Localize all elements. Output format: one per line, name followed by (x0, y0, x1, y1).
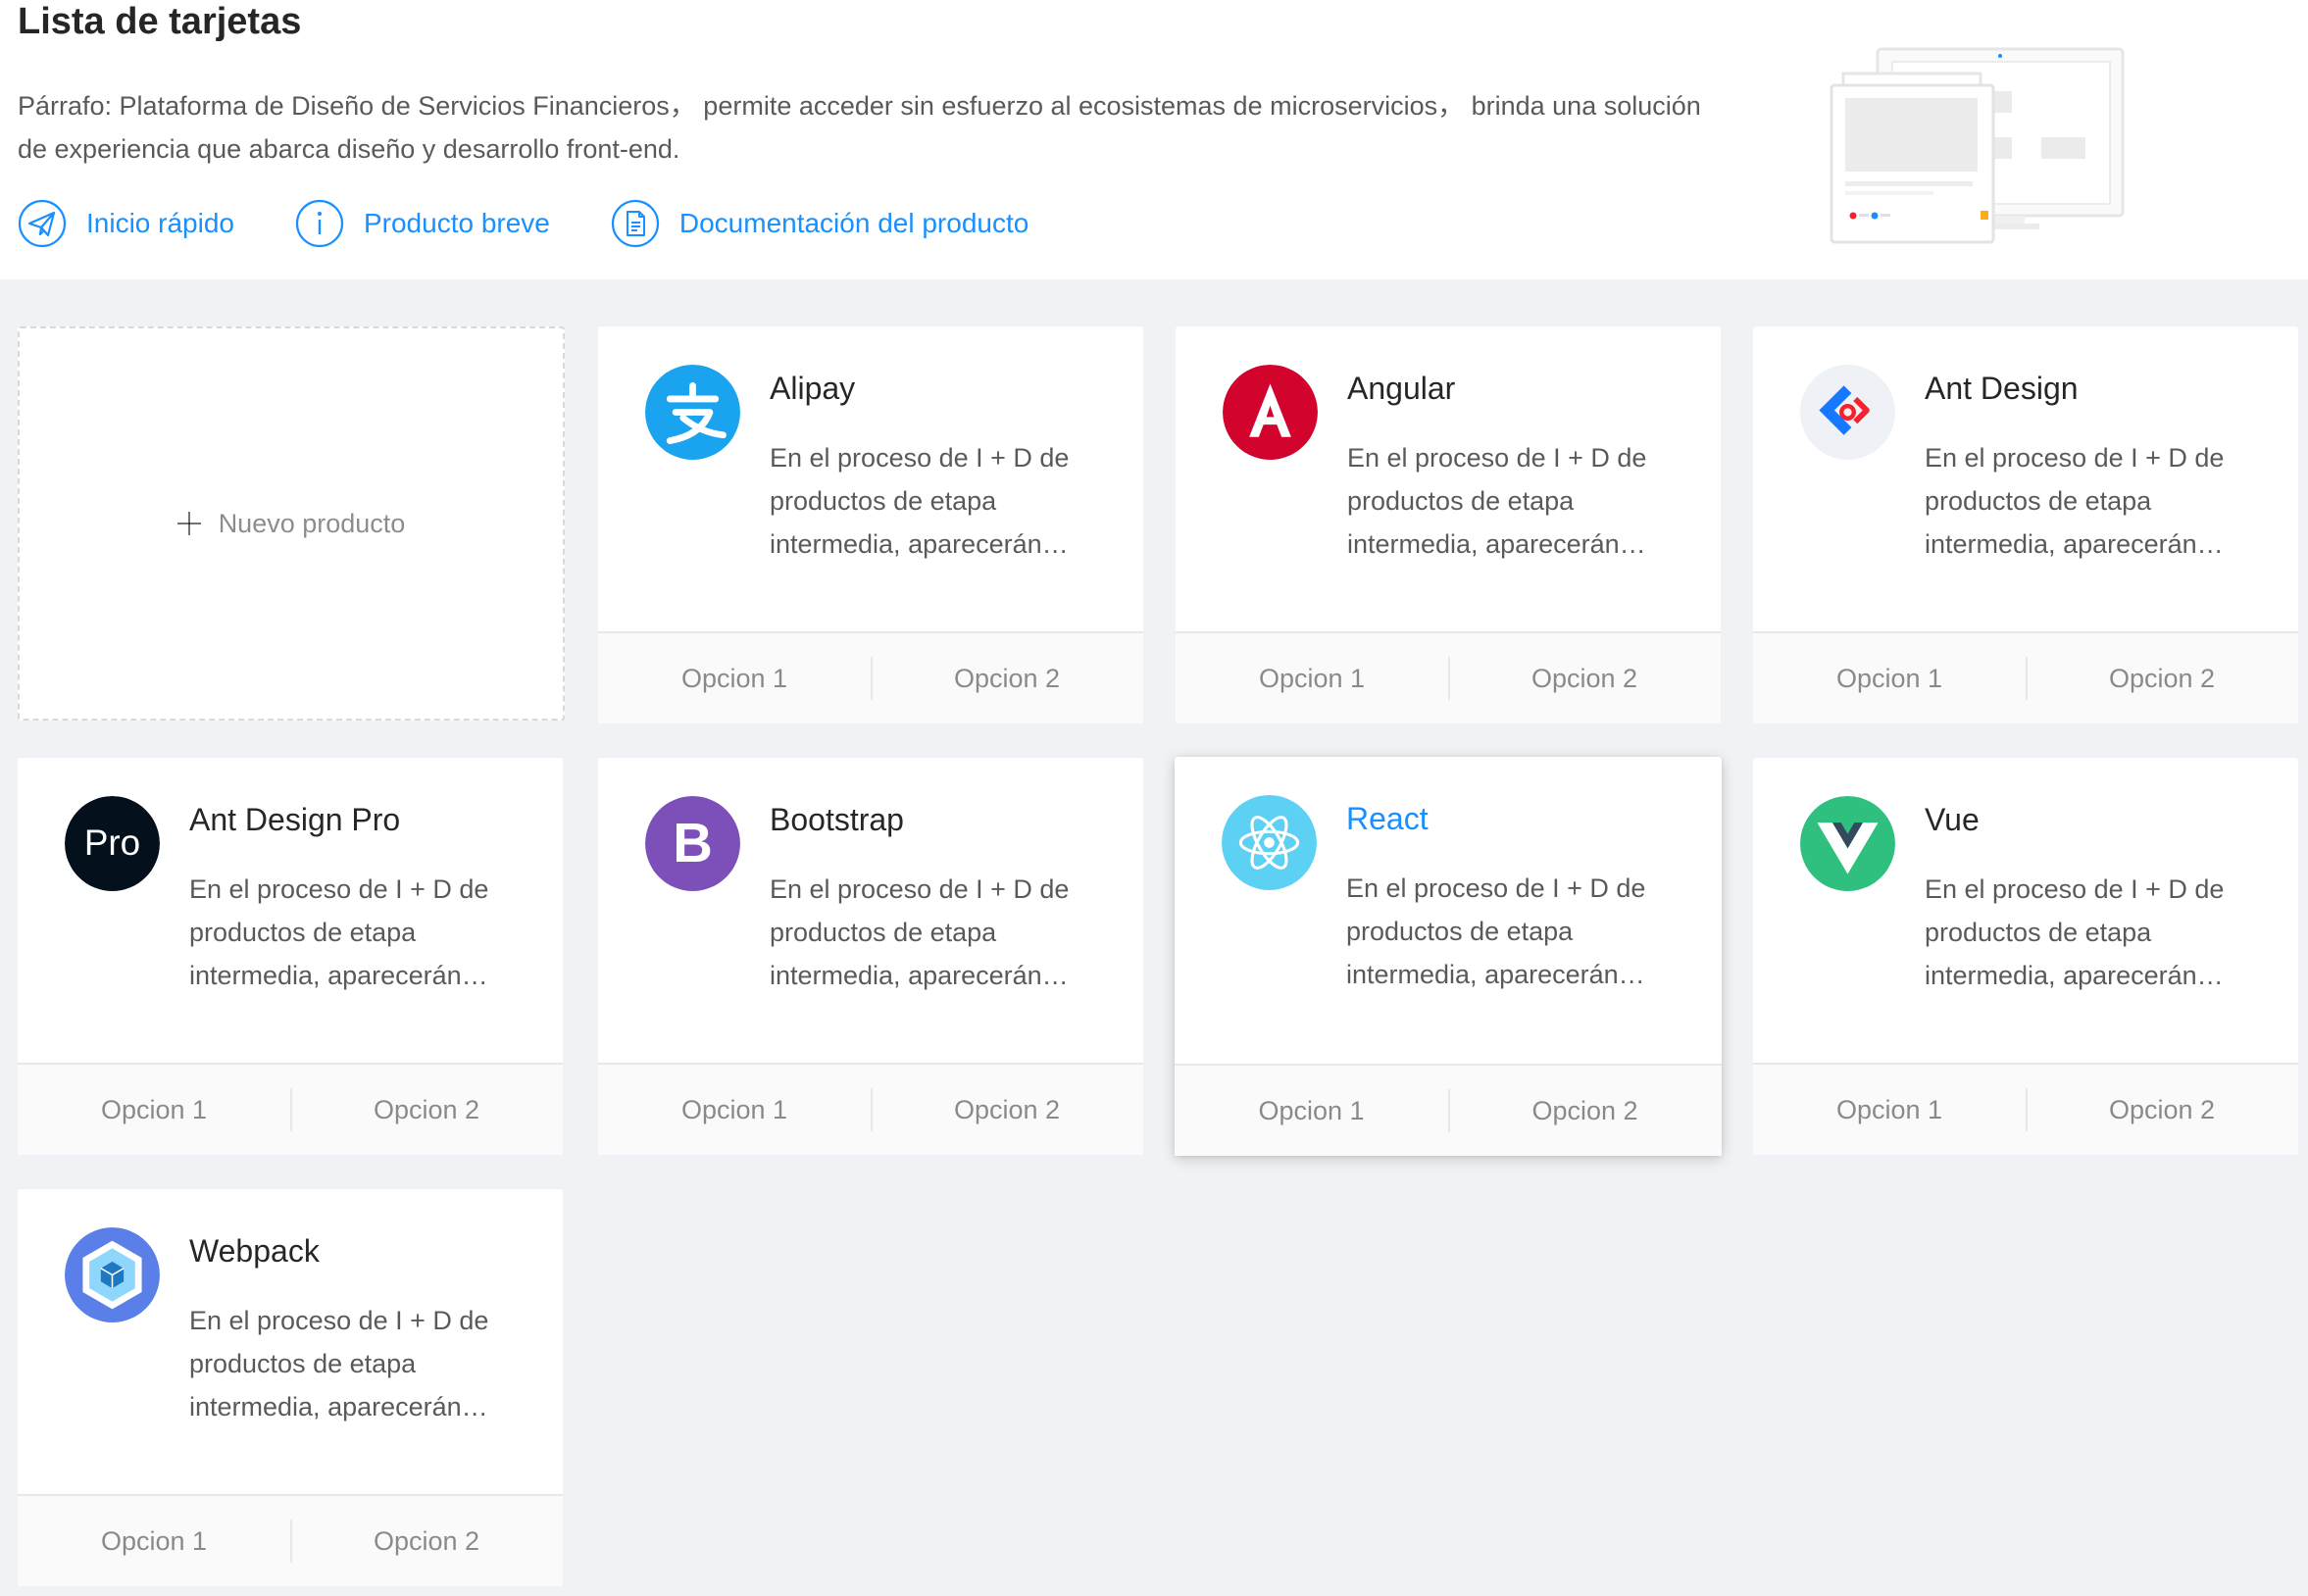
quick-start-label: Inicio rápido (86, 208, 234, 238)
card-actions: Opcion 1 Opcion 2 (1176, 631, 1721, 723)
option-2-button[interactable]: Opcion 2 (2026, 657, 2298, 700)
card-body: React En el proceso de I + D de producto… (1175, 757, 1722, 1062)
product-card-angular[interactable]: Angular En el proceso de I + D de produc… (1176, 326, 1721, 723)
card-description: En el proceso de I + D de productos de e… (1346, 873, 1646, 989)
card-body: Vue En el proceso de I + D de productos … (1753, 758, 2298, 1063)
product-card-alipay[interactable]: Alipay En el proceso de I + D de product… (598, 326, 1143, 723)
document-icon (611, 199, 660, 248)
option-1-button[interactable]: Opcion 1 (1753, 664, 2026, 694)
option-2-button[interactable]: Opcion 2 (2026, 1088, 2298, 1131)
card-actions: Opcion 1 Opcion 2 (1175, 1064, 1722, 1156)
angular-logo-icon (1223, 365, 1318, 460)
option-2-button[interactable]: Opcion 2 (290, 1088, 563, 1131)
card-title[interactable]: React (1346, 798, 1429, 839)
card-description: En el proceso de I + D de productos de e… (189, 1306, 489, 1421)
header-illustration (1824, 44, 2137, 250)
option-1-button[interactable]: Opcion 1 (1176, 664, 1448, 694)
product-brief-label: Producto breve (363, 208, 550, 238)
info-circle-icon (295, 199, 344, 248)
product-card-react[interactable]: React En el proceso de I + D de producto… (1175, 757, 1722, 1156)
card-description: En el proceso de I + D de productos de e… (1347, 443, 1647, 559)
webpack-logo-icon (65, 1227, 160, 1322)
card-actions: Opcion 1 Opcion 2 (1753, 1063, 2298, 1155)
card-title[interactable]: Angular (1347, 368, 1455, 409)
option-2-button[interactable]: Opcion 2 (871, 1088, 1143, 1131)
plus-icon (176, 512, 201, 535)
new-product-content: Nuevo producto (176, 508, 406, 539)
card-body: Pro Ant Design Pro En el proceso de I + … (18, 758, 563, 1063)
option-1-button[interactable]: Opcion 1 (18, 1526, 290, 1557)
card-title[interactable]: Webpack (189, 1230, 320, 1272)
vue-logo-icon (1800, 796, 1895, 891)
product-card-webpack[interactable]: Webpack En el proceso de I + D de produc… (18, 1189, 563, 1586)
paper-plane-icon (18, 199, 67, 248)
card-actions: Opcion 1 Opcion 2 (18, 1494, 563, 1586)
card-actions: Opcion 1 Opcion 2 (598, 1063, 1143, 1155)
product-card-ant-design[interactable]: Ant Design En el proceso de I + D de pro… (1753, 326, 2298, 723)
option-2-button[interactable]: Opcion 2 (290, 1520, 563, 1563)
product-card-bootstrap[interactable]: B Bootstrap En el proceso de I + D de pr… (598, 758, 1143, 1155)
option-2-button[interactable]: Opcion 2 (1448, 657, 1721, 700)
card-description: En el proceso de I + D de productos de e… (1925, 874, 2225, 990)
option-2-button[interactable]: Opcion 2 (1448, 1089, 1722, 1132)
new-product-label: Nuevo producto (218, 508, 406, 538)
ant-design-pro-logo-icon: Pro (65, 796, 160, 891)
card-title[interactable]: Ant Design (1925, 368, 2079, 409)
card-actions: Opcion 1 Opcion 2 (598, 631, 1143, 723)
card-body: Ant Design En el proceso de I + D de pro… (1753, 326, 2298, 631)
card-title[interactable]: Alipay (770, 368, 855, 409)
bootstrap-logo-icon: B (645, 796, 740, 891)
option-1-button[interactable]: Opcion 1 (598, 664, 871, 694)
page-description: Párrafo: Plataforma de Diseño de Servici… (18, 91, 1701, 164)
product-docs-label: Documentación del producto (678, 208, 1029, 238)
option-1-button[interactable]: Opcion 1 (1753, 1095, 2026, 1125)
product-brief-link[interactable]: Producto breve (295, 199, 550, 248)
card-actions: Opcion 1 Opcion 2 (1753, 631, 2298, 723)
new-product-card[interactable]: Nuevo producto (18, 326, 565, 721)
card-title[interactable]: Bootstrap (770, 799, 904, 840)
product-card-vue[interactable]: Vue En el proceso de I + D de productos … (1753, 758, 2298, 1155)
card-body: Webpack En el proceso de I + D de produc… (18, 1189, 563, 1494)
bootstrap-logo-text: B (673, 812, 713, 873)
card-title[interactable]: Ant Design Pro (189, 799, 400, 840)
option-1-button[interactable]: Opcion 1 (598, 1095, 871, 1125)
ant-design-logo-icon (1800, 365, 1895, 460)
pro-logo-text: Pro (84, 823, 140, 863)
card-title[interactable]: Vue (1925, 799, 1980, 840)
card-description: En el proceso de I + D de productos de e… (770, 443, 1070, 559)
card-body: B Bootstrap En el proceso de I + D de pr… (598, 758, 1143, 1063)
page-header: Lista de tarjetas Párrafo: Plataforma de… (0, 0, 2308, 279)
card-description: En el proceso de I + D de productos de e… (189, 874, 489, 990)
alipay-logo-icon (645, 365, 740, 460)
react-logo-icon (1222, 795, 1317, 890)
product-card-ant-design-pro[interactable]: Pro Ant Design Pro En el proceso de I + … (18, 758, 563, 1155)
card-description: En el proceso de I + D de productos de e… (770, 874, 1070, 990)
card-actions: Opcion 1 Opcion 2 (18, 1063, 563, 1155)
option-1-button[interactable]: Opcion 1 (18, 1095, 290, 1125)
quick-start-link[interactable]: Inicio rápido (18, 199, 234, 248)
product-docs-link[interactable]: Documentación del producto (611, 199, 1029, 248)
card-body: Angular En el proceso de I + D de produc… (1176, 326, 1721, 631)
option-2-button[interactable]: Opcion 2 (871, 657, 1143, 700)
card-body: Alipay En el proceso de I + D de product… (598, 326, 1143, 631)
page-title: Lista de tarjetas (18, 1, 302, 42)
option-1-button[interactable]: Opcion 1 (1175, 1096, 1448, 1126)
quick-links: Inicio rápido Producto breve Documentaci… (18, 198, 1089, 249)
card-description: En el proceso de I + D de productos de e… (1925, 443, 2225, 559)
